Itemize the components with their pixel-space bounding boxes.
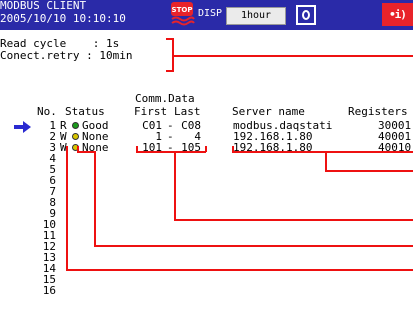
- row-mode: W: [60, 141, 67, 154]
- disp-label: DISP: [198, 8, 223, 19]
- row-status: Good: [82, 119, 109, 132]
- monitor-icon[interactable]: [296, 5, 316, 25]
- row-number: 8: [49, 196, 56, 209]
- status-none-icon: [72, 133, 79, 140]
- row-number: 15: [42, 273, 56, 286]
- row-registers: 30001: [378, 119, 412, 132]
- row-number: 14: [42, 262, 56, 275]
- no-header: No.: [37, 105, 57, 118]
- row-number: 9: [49, 207, 56, 220]
- stop-icon-label: STOP: [172, 6, 193, 14]
- monitor-ring: [302, 10, 310, 20]
- row-number: 2: [49, 130, 56, 143]
- row-status: None: [82, 130, 109, 143]
- row-dash: -: [167, 119, 174, 132]
- display-period-box[interactable]: 1hour: [226, 7, 286, 25]
- alarm-badge[interactable]: •i): [382, 3, 413, 26]
- row-first: 1: [155, 130, 162, 143]
- row-last: C08: [181, 119, 201, 132]
- header-bar: MODBUS CLIENT 2005/10/10 10:10:10 STOP D…: [0, 0, 413, 30]
- row-number: 13: [42, 251, 56, 264]
- row-number: 16: [42, 284, 56, 297]
- status-header: Status: [65, 105, 105, 118]
- datetime-display: 2005/10/10 10:10:10: [0, 12, 126, 25]
- screen-title: MODBUS CLIENT: [0, 0, 87, 12]
- row-number: 7: [49, 185, 56, 198]
- cursor-arrow-icon: [14, 121, 31, 133]
- row-dash: -: [167, 130, 174, 143]
- row-number: 12: [42, 240, 56, 253]
- row-first: C01: [142, 119, 162, 132]
- row-number: 6: [49, 174, 56, 187]
- last-header: Last: [174, 105, 201, 118]
- row-number: 3: [49, 141, 56, 154]
- row-registers: 40001: [378, 130, 412, 143]
- row-number: 11: [42, 229, 56, 242]
- row-mode: R: [60, 119, 67, 132]
- conect-retry-setting: Conect.retry : 10min: [0, 49, 133, 62]
- first-header: First: [134, 105, 168, 118]
- status-good-icon: [72, 122, 79, 129]
- row-number: 5: [49, 163, 56, 176]
- row-number: 10: [42, 218, 56, 231]
- comm-data-header: Comm.Data: [135, 92, 195, 105]
- row-server-name: modbus.daqstati: [233, 119, 333, 132]
- server-name-header: Server name: [232, 105, 305, 118]
- registers-header: Registers: [348, 105, 408, 118]
- row-number: 1: [49, 119, 56, 132]
- row-server-name: 192.168.1.80: [233, 130, 313, 143]
- row-number: 4: [49, 152, 56, 165]
- row-mode: W: [60, 130, 67, 143]
- stop-icon: STOP: [171, 2, 195, 26]
- row-last: 4: [194, 130, 201, 143]
